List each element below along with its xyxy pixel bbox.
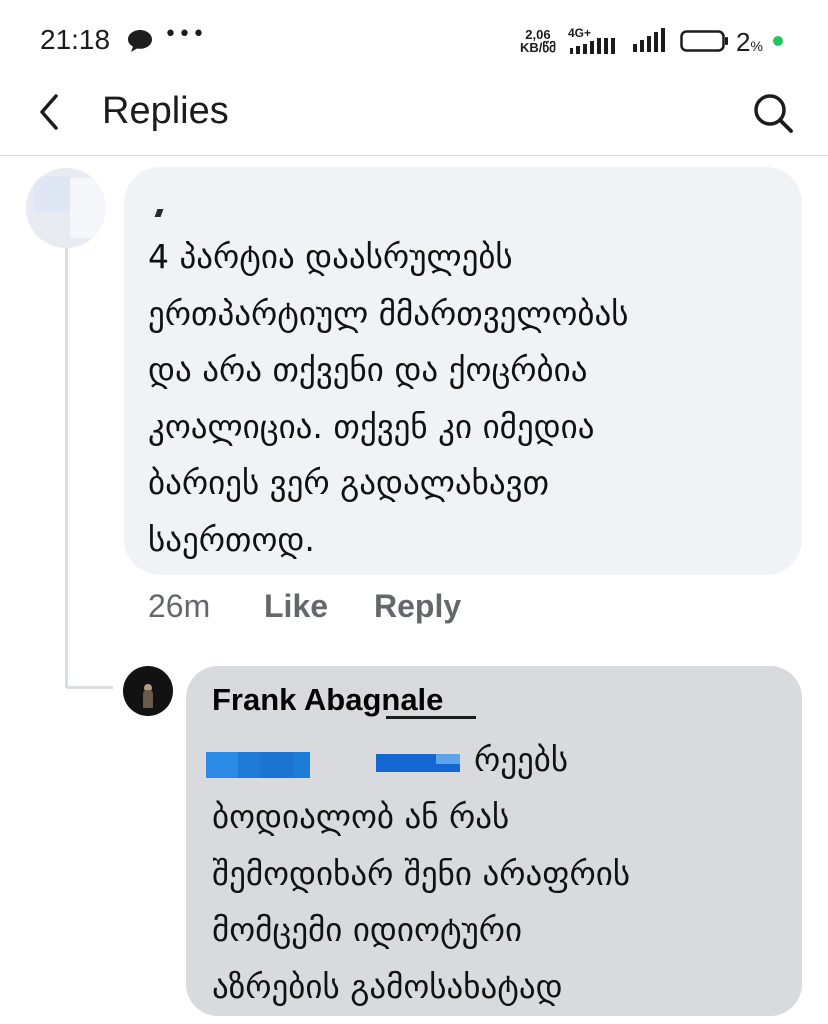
network-speed: 2,06 KB/წმ bbox=[520, 28, 556, 54]
search-icon[interactable] bbox=[752, 92, 794, 134]
redacted-author bbox=[154, 209, 164, 217]
reply-button[interactable]: Reply bbox=[374, 588, 461, 625]
battery-status-dot bbox=[773, 36, 783, 46]
like-button[interactable]: Like bbox=[264, 588, 328, 625]
page-title: Replies bbox=[102, 90, 229, 132]
more-dots-icon: ••• bbox=[164, 22, 206, 47]
comment-text: 4 პარტია დაასრულებს ერთპარტიულ მმართველო… bbox=[148, 237, 629, 559]
avatar[interactable] bbox=[26, 168, 106, 248]
back-arrow-icon[interactable] bbox=[30, 92, 70, 132]
redaction-block bbox=[206, 752, 310, 778]
app-header: Replies bbox=[0, 80, 828, 156]
reply-avatar[interactable] bbox=[123, 666, 173, 716]
network-speed-unit: KB/წმ bbox=[520, 40, 556, 55]
comment-timestamp[interactable]: 26m bbox=[148, 588, 210, 625]
reply-author-name[interactable]: Frank Abagnale bbox=[212, 682, 443, 718]
redaction-block bbox=[376, 754, 460, 772]
chat-bubble-icon bbox=[128, 30, 152, 52]
thread-connector bbox=[65, 240, 68, 688]
author-underline bbox=[386, 716, 476, 719]
signal-bars-icon bbox=[633, 28, 665, 52]
battery-icon bbox=[680, 30, 728, 52]
reply-bubble: Frank Abagnale რეებს ბოდიალობ ან რას შემ… bbox=[186, 666, 802, 1016]
thread-connector-branch bbox=[65, 686, 113, 689]
comment-bubble: 4 პარტია დაასრულებს ერთპარტიულ მმართველო… bbox=[124, 167, 802, 575]
reply-first-line: რეებს bbox=[474, 740, 569, 779]
status-bar: 21:18 ••• 2,06 KB/წმ 4G+ 2% bbox=[0, 0, 828, 80]
battery-percent: 2% bbox=[736, 27, 763, 57]
status-time: 21:18 bbox=[40, 24, 111, 55]
reply-text: ბოდიალობ ან რას შემოდიხარ შენი არაფრის მ… bbox=[212, 797, 631, 1006]
signal-icon: 4G+ bbox=[568, 26, 624, 54]
